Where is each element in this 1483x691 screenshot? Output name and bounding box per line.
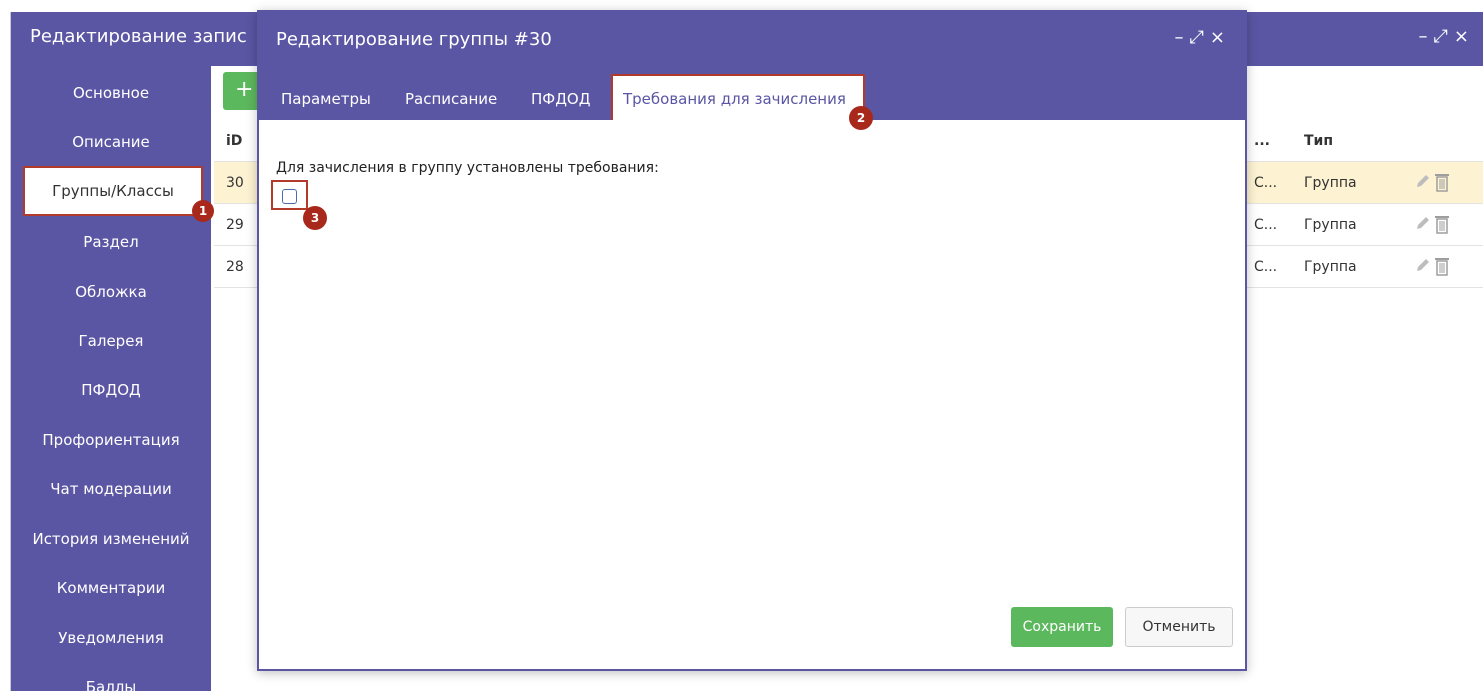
column-header-type: Тип <box>1304 133 1334 149</box>
tab-enrollment-requirements[interactable]: Требования для зачисления <box>611 74 865 120</box>
annotation-badge-3: 3 <box>303 206 327 230</box>
row-truncated-cell: С... <box>1254 259 1278 275</box>
requirements-checkbox[interactable] <box>282 189 297 204</box>
row-truncated-cell: С... <box>1254 217 1278 233</box>
sidebar-item-comments[interactable]: Комментарии <box>11 573 211 603</box>
sidebar-item-career[interactable]: Профориентация <box>11 425 211 455</box>
row-type: Группа <box>1304 217 1357 233</box>
sidebar-item-groups[interactable]: Группы/Классы <box>23 166 203 216</box>
sidebar-item-cover[interactable]: Обложка <box>11 277 211 307</box>
save-button[interactable]: Сохранить <box>1011 607 1113 647</box>
row-id: 29 <box>226 217 244 233</box>
edit-group-modal: Редактирование группы #30 – ⤢ × Параметр… <box>257 10 1247 671</box>
row-id: 30 <box>226 175 244 191</box>
row-type: Группа <box>1304 259 1357 275</box>
modal-body: Для зачисления в группу установлены треб… <box>259 120 1245 669</box>
pencil-icon[interactable] <box>1414 214 1432 232</box>
row-id: 28 <box>226 259 244 275</box>
maximize-icon[interactable]: ⤢ <box>1434 27 1448 47</box>
requirements-checkbox-highlight <box>271 180 308 210</box>
tab-pfdod[interactable]: ПФДОД <box>531 74 590 120</box>
row-actions <box>1414 172 1450 192</box>
sidebar-item-description[interactable]: Описание <box>11 127 211 157</box>
background-window-title: Редактирование запис <box>30 26 247 47</box>
sidebar-item-pfdod[interactable]: ПФДОД <box>11 375 211 405</box>
sidebar-item-gallery[interactable]: Галерея <box>11 326 211 356</box>
requirements-label: Для зачисления в группу установлены треб… <box>276 160 659 176</box>
trash-icon[interactable] <box>1434 214 1450 234</box>
row-actions <box>1414 256 1450 276</box>
sidebar-item-history[interactable]: История изменений <box>11 524 211 554</box>
sidebar: Основное Описание Группы/Классы 1 Раздел… <box>11 66 214 691</box>
background-window-controls: – ⤢ × <box>1419 27 1470 47</box>
modal-window-controls: – ⤢ × <box>1175 28 1226 48</box>
modal-header: Редактирование группы #30 – ⤢ × Параметр… <box>259 12 1245 130</box>
tab-parameters[interactable]: Параметры <box>281 74 371 120</box>
trash-icon[interactable] <box>1434 256 1450 276</box>
maximize-icon[interactable]: ⤢ <box>1190 28 1204 48</box>
column-header-truncated: ... <box>1254 133 1270 149</box>
close-icon[interactable]: × <box>1454 27 1469 47</box>
row-truncated-cell: С... <box>1254 175 1278 191</box>
sidebar-item-notifications[interactable]: Уведомления <box>11 623 211 653</box>
annotation-badge-1: 1 <box>192 200 214 222</box>
minimize-icon[interactable]: – <box>1175 28 1184 48</box>
row-type: Группа <box>1304 175 1357 191</box>
tab-schedule[interactable]: Расписание <box>405 74 497 120</box>
close-icon[interactable]: × <box>1210 28 1225 48</box>
modal-title: Редактирование группы #30 <box>276 29 552 50</box>
pencil-icon[interactable] <box>1414 172 1432 190</box>
pencil-icon[interactable] <box>1414 256 1432 274</box>
sidebar-item-section[interactable]: Раздел <box>11 227 211 257</box>
cancel-button[interactable]: Отменить <box>1125 607 1233 647</box>
minimize-icon[interactable]: – <box>1419 27 1428 47</box>
row-actions <box>1414 214 1450 234</box>
sidebar-item-moderation-chat[interactable]: Чат модерации <box>11 474 211 504</box>
sidebar-item-main[interactable]: Основное <box>11 78 211 108</box>
column-header-id: iD <box>226 133 243 149</box>
sidebar-item-points[interactable]: Баллы <box>11 672 211 691</box>
trash-icon[interactable] <box>1434 172 1450 192</box>
